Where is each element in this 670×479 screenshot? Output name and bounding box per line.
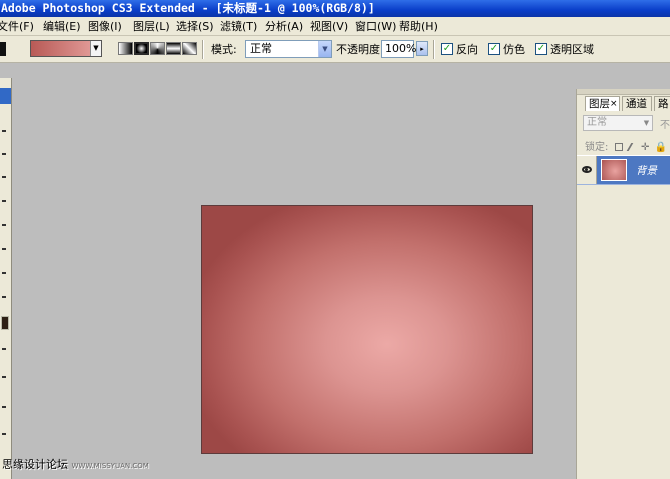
menu-file[interactable]: 文件(F) <box>0 17 34 36</box>
menu-bar: 文件(F) 编辑(E) 图像(I) 图层(L) 选择(S) 滤镜(T) 分析(A… <box>0 17 670 36</box>
chevron-down-icon[interactable]: ▼ <box>641 116 652 130</box>
opacity-label: 不透明度: <box>336 43 384 56</box>
tool-icon[interactable] <box>2 130 6 132</box>
document-canvas[interactable] <box>201 205 533 454</box>
radial-gradient-button[interactable] <box>134 42 149 55</box>
menu-view[interactable]: 视图(V) <box>310 17 348 36</box>
eye-icon <box>582 166 592 173</box>
visibility-toggle[interactable] <box>577 156 597 184</box>
menu-filter[interactable]: 滤镜(T) <box>220 17 257 36</box>
watermark-text: 思缘设计论坛 <box>2 458 68 471</box>
tool-icon[interactable] <box>2 406 6 408</box>
opacity-slider-arrow-icon[interactable]: ▸ <box>416 41 428 56</box>
dither-label: 仿色 <box>503 43 525 56</box>
tool-icon[interactable] <box>2 248 6 250</box>
reflected-gradient-button[interactable] <box>166 42 181 55</box>
lock-label: 锁定: <box>585 142 609 153</box>
menu-analysis[interactable]: 分析(A) <box>265 17 303 36</box>
menu-edit[interactable]: 编辑(E) <box>43 17 81 36</box>
mode-label: 模式: <box>211 43 237 56</box>
transparency-checkbox[interactable]: ✓ <box>535 43 547 55</box>
blend-mode-value: 正常 <box>587 117 607 128</box>
menu-select[interactable]: 选择(S) <box>176 17 214 36</box>
lock-brush-icon[interactable] <box>626 143 638 151</box>
menu-layer[interactable]: 图层(L) <box>133 17 170 36</box>
toolbox-header[interactable] <box>0 88 11 104</box>
mode-select[interactable]: 正常 ▼ <box>245 40 332 58</box>
linear-gradient-button[interactable] <box>118 42 133 55</box>
dither-checkbox[interactable]: ✓ <box>488 43 500 55</box>
tool-icon[interactable] <box>2 376 6 378</box>
tab-paths-label: 路 <box>658 98 669 110</box>
tab-paths[interactable]: 路 <box>654 96 670 111</box>
layers-panel: 图层 × 通道 路 正常 ▼ 不 锁定: ✛ 🔒 背景 <box>576 89 670 479</box>
tab-layers-label: 图层 <box>589 98 610 110</box>
layer-thumbnail <box>601 159 627 181</box>
transparency-label: 透明区域 <box>550 43 594 56</box>
lock-all-icon[interactable]: 🔒 <box>655 142 667 153</box>
close-icon[interactable]: × <box>610 97 618 111</box>
chevron-down-icon[interactable]: ▼ <box>318 41 331 57</box>
lock-transparency-icon[interactable] <box>614 143 623 151</box>
gradient-tool-icon[interactable] <box>0 42 6 56</box>
panel-grip[interactable] <box>577 89 670 95</box>
tool-icon[interactable] <box>2 176 6 178</box>
watermark: 思缘设计论坛 WWW.MISSYUAN.COM <box>2 456 149 472</box>
tool-icon[interactable] <box>2 272 6 274</box>
separator <box>202 40 204 59</box>
tool-icon[interactable] <box>2 433 6 435</box>
watermark-url: WWW.MISSYUAN.COM <box>71 462 149 470</box>
window-title: Adobe Photoshop CS3 Extended - [未标题-1 @ … <box>1 1 375 15</box>
opacity-input[interactable]: 100% <box>381 40 417 58</box>
lock-row: 锁定: ✛ 🔒 <box>585 138 667 153</box>
lock-move-icon[interactable]: ✛ <box>641 142 649 153</box>
mode-value: 正常 <box>250 42 272 55</box>
angle-gradient-button[interactable] <box>150 42 165 55</box>
foreground-color-swatch[interactable] <box>1 316 9 330</box>
tab-layers[interactable]: 图层 × <box>585 96 620 111</box>
tool-icon[interactable] <box>2 224 6 226</box>
layer-name: 背景 <box>636 165 657 177</box>
options-bar: ▼ 模式: 正常 ▼ 不透明度: 100% ▸ ✓ 反向 ✓ 仿色 ✓ 透明区域 <box>0 36 670 63</box>
layer-row[interactable]: 背景 <box>577 155 670 185</box>
reverse-checkbox[interactable]: ✓ <box>441 43 453 55</box>
opacity-value: 100% <box>385 42 417 55</box>
layer-opacity-label: 不 <box>660 120 670 131</box>
blend-mode-select[interactable]: 正常 ▼ <box>583 115 653 131</box>
window-title-bar: Adobe Photoshop CS3 Extended - [未标题-1 @ … <box>0 0 670 17</box>
separator <box>433 40 435 59</box>
tool-icon[interactable] <box>2 348 6 350</box>
tool-icon[interactable] <box>2 296 6 298</box>
toolbox <box>0 78 12 479</box>
diamond-gradient-button[interactable] <box>182 42 197 55</box>
tool-icon[interactable] <box>2 200 6 202</box>
reverse-label: 反向 <box>456 43 478 56</box>
menu-help[interactable]: 帮助(H) <box>399 17 438 36</box>
menu-image[interactable]: 图像(I) <box>88 17 122 36</box>
gradient-picker-arrow-icon[interactable]: ▼ <box>90 41 101 56</box>
tab-channels[interactable]: 通道 <box>622 96 652 111</box>
tool-icon[interactable] <box>2 153 6 155</box>
menu-window[interactable]: 窗口(W) <box>355 17 396 36</box>
tab-channels-label: 通道 <box>626 98 647 110</box>
